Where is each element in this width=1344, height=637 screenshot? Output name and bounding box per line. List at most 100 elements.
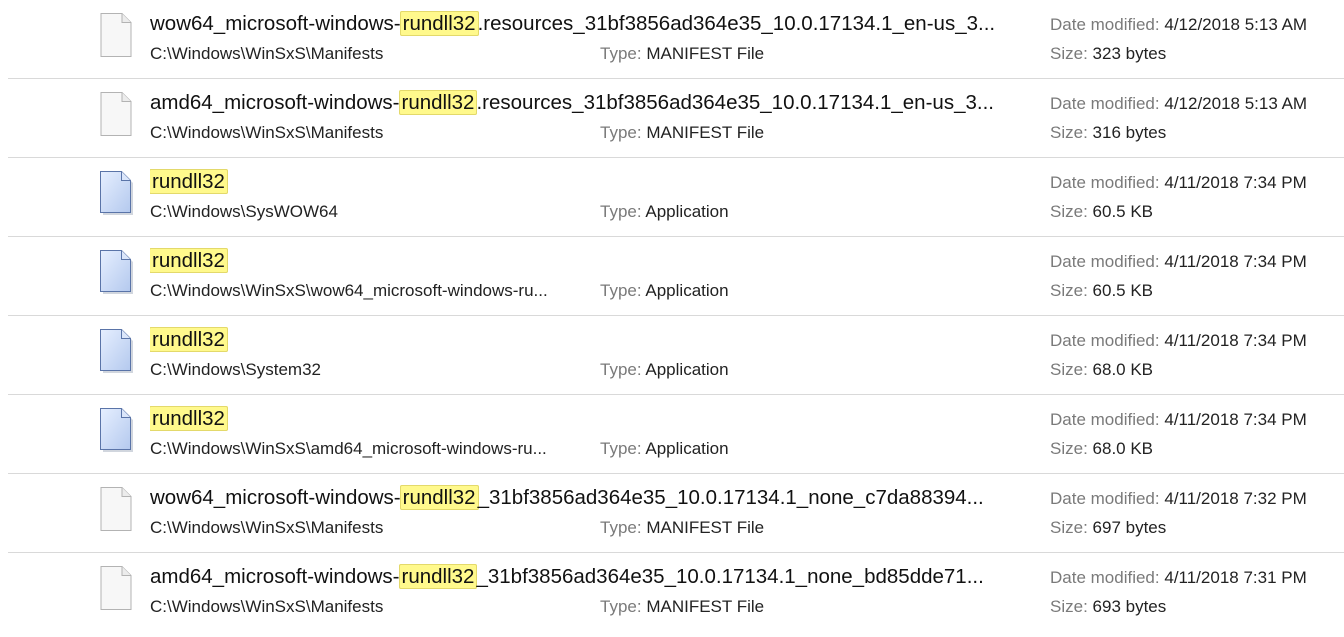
file-size: Size: 60.5 KB: [1050, 280, 1153, 302]
search-highlight: rundll32: [399, 11, 479, 36]
search-highlight: rundll32: [150, 406, 228, 431]
file-size: Size: 60.5 KB: [1050, 201, 1153, 223]
size-label: Size:: [1050, 597, 1088, 616]
result-row-3[interactable]: rundll32 C:\Windows\WinSxS\wow64_microso…: [0, 237, 1344, 316]
file-path: C:\Windows\WinSxS\Manifests: [150, 597, 384, 616]
result-row-1[interactable]: amd64_microsoft-windows-rundll32.resourc…: [0, 79, 1344, 158]
file-path: C:\Windows\WinSxS\wow64_microsoft-window…: [150, 281, 548, 300]
manifest-file-icon: [96, 12, 136, 58]
search-highlight: rundll32: [398, 90, 478, 115]
result-row-4[interactable]: rundll32 C:\Windows\System32 Type: Appli…: [0, 316, 1344, 395]
size-label: Size:: [1050, 518, 1088, 537]
file-path: C:\Windows\System32: [150, 360, 321, 379]
file-name-suffix: .resources_31bf3856ad364e35_10.0.17134.1…: [477, 12, 996, 35]
file-name: wow64_microsoft-windows-rundll32.resourc…: [150, 10, 1030, 38]
manifest-file-icon: [96, 565, 136, 611]
file-path: C:\Windows\WinSxS\Manifests: [150, 518, 384, 537]
size-value: 697 bytes: [1092, 518, 1167, 537]
date-modified-label: Date modified:: [1050, 568, 1160, 587]
file-path: C:\Windows\WinSxS\amd64_microsoft-window…: [150, 439, 547, 458]
date-modified: Date modified: 4/11/2018 7:34 PM: [1050, 409, 1307, 431]
file-path: C:\Windows\SysWOW64: [150, 202, 338, 221]
file-name: rundll32: [150, 247, 1030, 275]
result-row-2[interactable]: rundll32 C:\Windows\SysWOW64 Type: Appli…: [0, 158, 1344, 237]
manifest-file-icon: [96, 486, 136, 532]
date-modified: Date modified: 4/11/2018 7:34 PM: [1050, 172, 1307, 194]
search-highlight: rundll32: [399, 485, 479, 510]
type-label: Type:: [600, 123, 642, 142]
size-value: 316 bytes: [1092, 123, 1167, 142]
size-value: 60.5 KB: [1092, 281, 1154, 300]
size-value: 68.0 KB: [1092, 360, 1154, 379]
result-row-6[interactable]: wow64_microsoft-windows-rundll32_31bf385…: [0, 474, 1344, 553]
result-row-5[interactable]: rundll32 C:\Windows\WinSxS\amd64_microso…: [0, 395, 1344, 474]
file-size: Size: 68.0 KB: [1050, 438, 1153, 460]
application-icon: [96, 407, 136, 453]
file-name: wow64_microsoft-windows-rundll32_31bf385…: [150, 484, 1030, 512]
file-name-suffix: .resources_31bf3856ad364e35_10.0.17134.1…: [476, 91, 994, 114]
date-modified-label: Date modified:: [1050, 331, 1160, 350]
type-value: Application: [645, 360, 729, 379]
search-highlight: rundll32: [398, 564, 478, 589]
type-value: MANIFEST File: [646, 518, 765, 537]
type-label: Type:: [600, 439, 642, 458]
file-type: Type: MANIFEST File: [600, 122, 764, 144]
type-value: Application: [645, 281, 729, 300]
file-type: Type: Application: [600, 438, 729, 460]
size-label: Size:: [1050, 202, 1088, 221]
file-size: Size: 693 bytes: [1050, 596, 1166, 618]
date-modified: Date modified: 4/12/2018 5:13 AM: [1050, 14, 1307, 36]
application-icon: [96, 170, 136, 216]
application-icon: [96, 249, 136, 295]
date-modified-value: 4/11/2018 7:34 PM: [1164, 331, 1307, 350]
file-path: C:\Windows\WinSxS\Manifests: [150, 44, 384, 63]
date-modified-label: Date modified:: [1050, 15, 1160, 34]
file-type: Type: MANIFEST File: [600, 517, 764, 539]
file-name-prefix: wow64_microsoft-windows-: [150, 486, 401, 509]
file-type: Type: MANIFEST File: [600, 596, 764, 618]
date-modified-value: 4/12/2018 5:13 AM: [1164, 15, 1308, 34]
date-modified-value: 4/11/2018 7:34 PM: [1164, 410, 1307, 429]
manifest-file-icon: [96, 91, 136, 137]
size-value: 68.0 KB: [1092, 439, 1154, 458]
search-highlight: rundll32: [150, 248, 228, 273]
date-modified-value: 4/11/2018 7:31 PM: [1164, 568, 1307, 587]
date-modified-value: 4/11/2018 7:32 PM: [1164, 489, 1307, 508]
date-modified-label: Date modified:: [1050, 94, 1160, 113]
file-name: rundll32: [150, 326, 1030, 354]
type-label: Type:: [600, 281, 642, 300]
date-modified: Date modified: 4/11/2018 7:34 PM: [1050, 330, 1307, 352]
type-value: MANIFEST File: [646, 44, 765, 63]
type-label: Type:: [600, 597, 642, 616]
date-modified: Date modified: 4/11/2018 7:34 PM: [1050, 251, 1307, 273]
search-results-list: wow64_microsoft-windows-rundll32.resourc…: [0, 0, 1344, 632]
type-label: Type:: [600, 202, 642, 221]
file-name: rundll32: [150, 168, 1030, 196]
file-type: Type: Application: [600, 280, 729, 302]
date-modified: Date modified: 4/11/2018 7:31 PM: [1050, 567, 1307, 589]
file-size: Size: 68.0 KB: [1050, 359, 1153, 381]
size-label: Size:: [1050, 44, 1088, 63]
file-name: amd64_microsoft-windows-rundll32_31bf385…: [150, 563, 1030, 591]
file-name-suffix: _31bf3856ad364e35_10.0.17134.1_none_bd85…: [476, 565, 984, 588]
size-label: Size:: [1050, 281, 1088, 300]
type-value: Application: [645, 202, 729, 221]
size-label: Size:: [1050, 439, 1088, 458]
file-name-prefix: amd64_microsoft-windows-: [150, 565, 400, 588]
size-value: 323 bytes: [1092, 44, 1167, 63]
date-modified-label: Date modified:: [1050, 173, 1160, 192]
file-name: rundll32: [150, 405, 1030, 433]
application-icon: [96, 328, 136, 374]
file-name-suffix: _31bf3856ad364e35_10.0.17134.1_none_c7da…: [477, 486, 984, 509]
date-modified-label: Date modified:: [1050, 252, 1160, 271]
type-label: Type:: [600, 518, 642, 537]
result-row-7[interactable]: amd64_microsoft-windows-rundll32_31bf385…: [0, 553, 1344, 632]
date-modified: Date modified: 4/12/2018 5:13 AM: [1050, 93, 1307, 115]
result-row-0[interactable]: wow64_microsoft-windows-rundll32.resourc…: [0, 0, 1344, 79]
file-size: Size: 316 bytes: [1050, 122, 1166, 144]
file-size: Size: 697 bytes: [1050, 517, 1166, 539]
size-label: Size:: [1050, 123, 1088, 142]
file-type: Type: MANIFEST File: [600, 43, 764, 65]
file-type: Type: Application: [600, 359, 729, 381]
type-value: Application: [645, 439, 729, 458]
